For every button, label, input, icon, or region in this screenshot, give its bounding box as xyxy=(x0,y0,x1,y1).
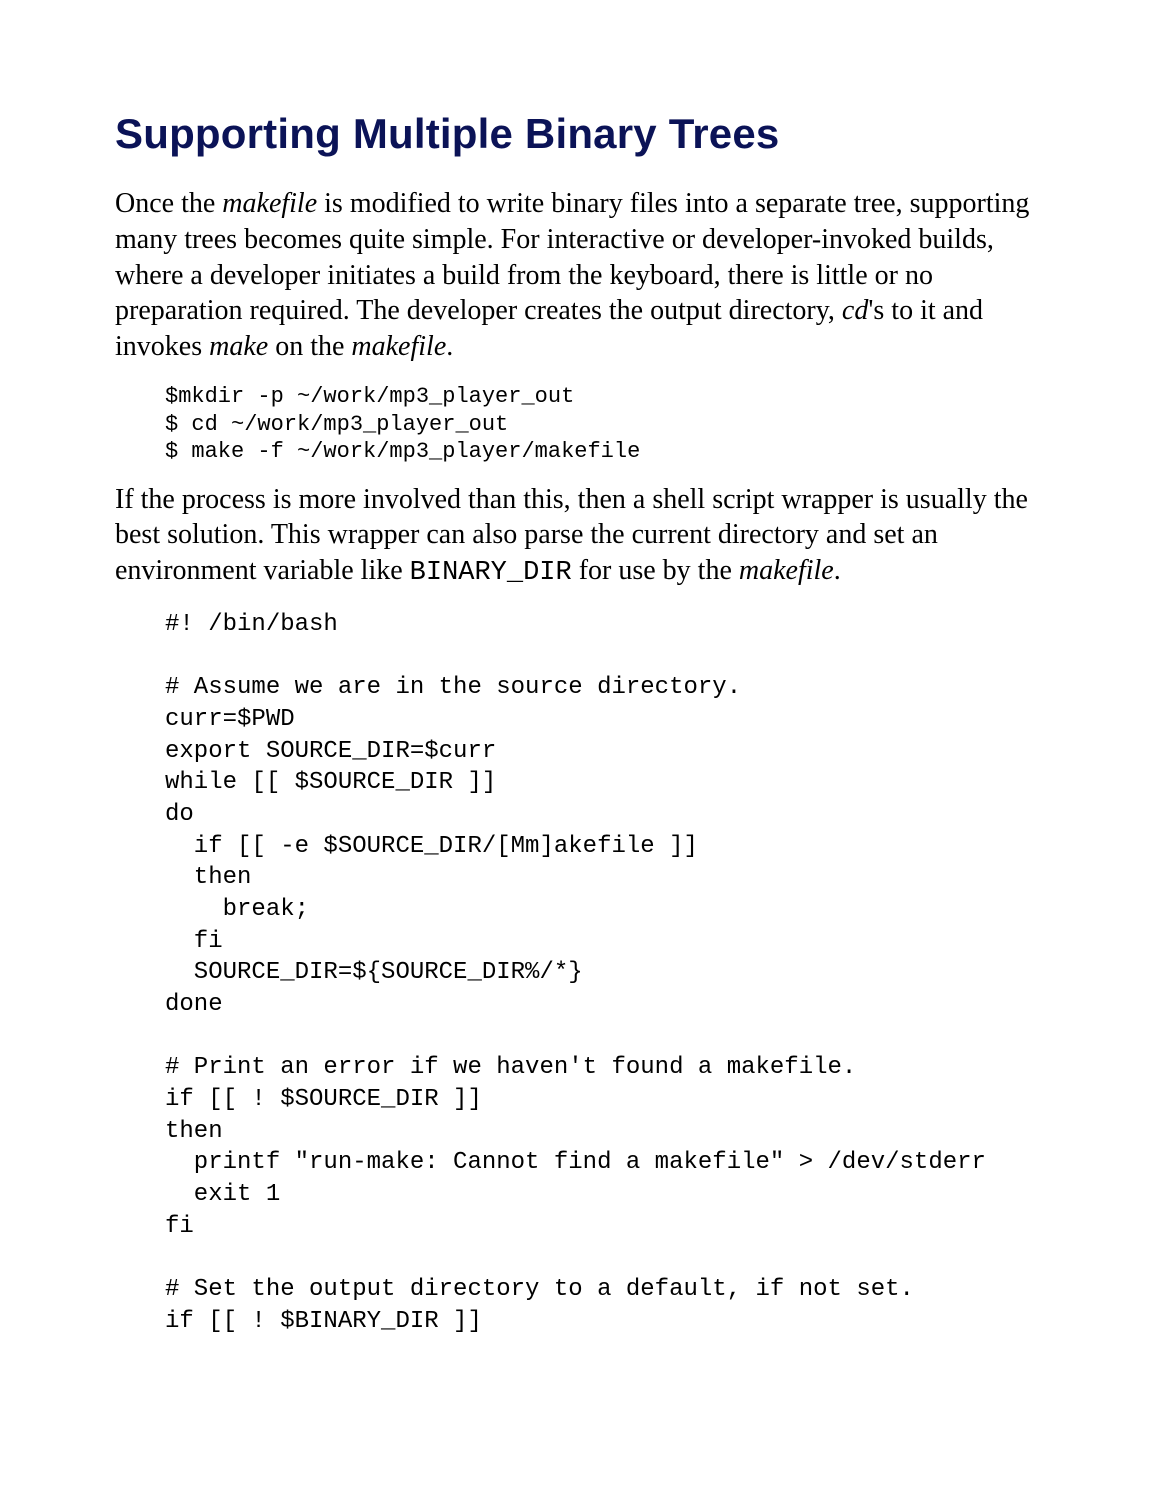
text-fragment: . xyxy=(446,331,453,362)
italic-term-cd: cd xyxy=(842,295,868,326)
code-block-shell-commands: $mkdir -p ~/work/mp3_player_out $ cd ~/w… xyxy=(115,383,1049,466)
code-block-bash-script: #! /bin/bash # Assume we are in the sour… xyxy=(115,609,1049,1337)
text-fragment: . xyxy=(834,555,841,586)
text-fragment: on the xyxy=(268,331,351,362)
paragraph-wrapper-note: If the process is more involved than thi… xyxy=(115,482,1049,591)
section-heading: Supporting Multiple Binary Trees xyxy=(115,110,1049,158)
italic-term-makefile: makefile xyxy=(351,331,446,362)
italic-term-make: make xyxy=(209,331,268,362)
paragraph-intro: Once the makefile is modified to write b… xyxy=(115,186,1049,365)
italic-term-makefile: makefile xyxy=(222,188,317,219)
italic-term-makefile: makefile xyxy=(739,555,834,586)
text-fragment: for use by the xyxy=(572,555,739,586)
text-fragment: Once the xyxy=(115,188,222,219)
inline-code-binary-dir: BINARY_DIR xyxy=(410,558,572,588)
